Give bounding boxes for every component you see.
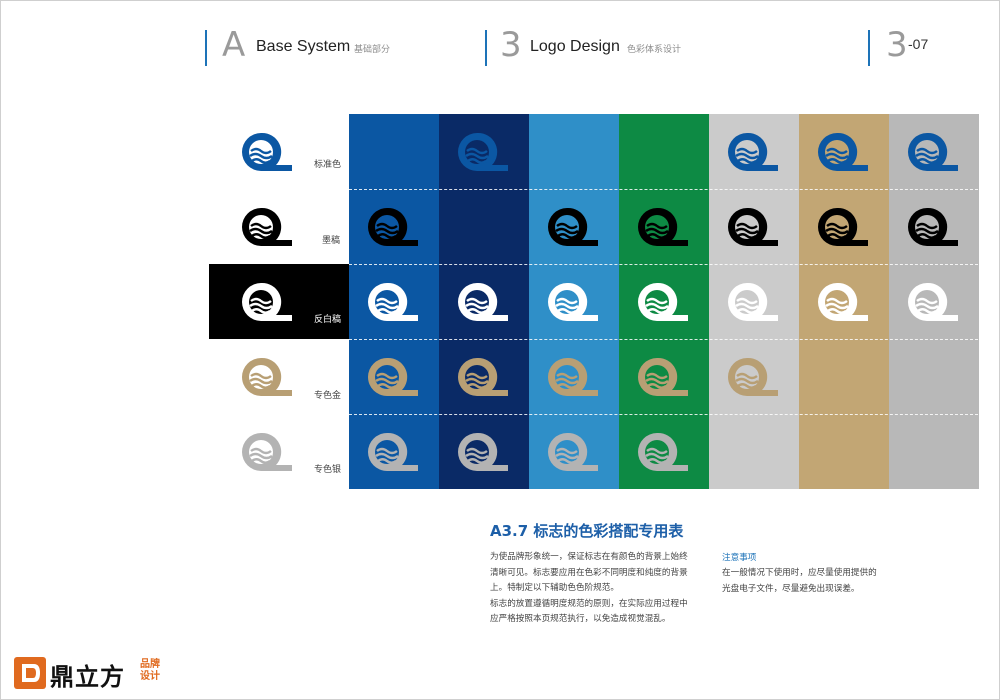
brand-mark-icon (636, 281, 690, 323)
side-brand-mark-icon (240, 131, 294, 173)
side-brand-mark-icon (240, 356, 294, 398)
brand-mark-icon (636, 356, 690, 398)
note-line: 光盘电子文件，尽量避免出现误差。 (722, 583, 860, 594)
side-brand-mark-icon (240, 281, 294, 323)
brand-mark-icon (366, 431, 420, 473)
row-label-silver: 专色银 (314, 465, 342, 475)
side-brand-mark-icon (240, 431, 294, 473)
body-line: 标志的放置遵循明度规范的原则，在实际应用过程中 (490, 598, 688, 609)
brand-logo-icon (14, 657, 46, 689)
row-divider (349, 339, 978, 340)
brand-mark-icon (546, 206, 600, 248)
note-text: 在一般情况下使用时，应尽量使用提供的 光盘电子文件，尽量避免出现误差。 (722, 566, 902, 597)
body-line: 应严格按照本页规范执行，以免造成视觉混乱。 (490, 614, 671, 624)
brand-mark-icon (816, 206, 870, 248)
brand-mark-icon (726, 131, 780, 173)
brand-mark-icon (636, 431, 690, 473)
row-label-gold: 专色金 (314, 391, 342, 401)
body-line: 为使品牌形象统一，保证标志在有颜色的背景上始终 (490, 552, 688, 562)
chapter-number: 3 (500, 25, 522, 65)
body-line: 上。特制定以下辅助色色阶规范。 (490, 583, 619, 593)
header-divider (205, 30, 207, 66)
side-brand-mark-icon (240, 206, 294, 248)
section-title: Base System (256, 38, 351, 55)
section-subtitle: 基础部分 (354, 45, 391, 55)
brand-mark-icon (456, 356, 510, 398)
row-divider (349, 189, 978, 190)
brand-mark-icon (726, 281, 780, 323)
note-title: 注意事项 (722, 553, 757, 563)
brand-mark-icon (726, 356, 780, 398)
brand-mark-icon (546, 431, 600, 473)
row-label-ink: 墨稿 (322, 236, 341, 246)
page-suffix: -07 (908, 36, 929, 52)
section-letter: A (222, 25, 246, 65)
chapter-subtitle: 色彩体系设计 (627, 45, 682, 55)
brand-tag-line: 设计 (140, 671, 160, 682)
body-line: 清晰可见。标志要应用在色彩不同明度和纯度的背景 (490, 567, 688, 578)
brand-mark-icon (546, 281, 600, 323)
brand-mark-icon (816, 281, 870, 323)
brand-mark-icon (636, 206, 690, 248)
body-text: 为使品牌形象统一，保证标志在有颜色的背景上始终 清晰可见。标志要应用在色彩不同明… (490, 550, 710, 628)
section-heading: A3.7 标志的色彩搭配专用表 (490, 522, 684, 540)
note-line: 在一般情况下使用时，应尽量使用提供的 (722, 568, 877, 578)
brand-mark-icon (546, 356, 600, 398)
header-divider (485, 30, 487, 66)
row-divider (349, 264, 978, 265)
brand-mark-icon (366, 206, 420, 248)
brand-mark-icon (366, 281, 420, 323)
brand-mark-icon (726, 206, 780, 248)
brand-mark-icon (456, 131, 510, 173)
brand-mark-icon (456, 431, 510, 473)
brand-mark-icon (906, 131, 960, 173)
brand-mark-icon (906, 281, 960, 323)
brand-mark-icon (906, 206, 960, 248)
row-label-reverse: 反白稿 (314, 315, 342, 325)
brand-mark-icon (366, 356, 420, 398)
chapter-title: Logo Design (530, 38, 620, 55)
row-divider (349, 414, 978, 415)
page-number: 3 (886, 25, 908, 65)
brand-mark-icon (456, 281, 510, 323)
brand-name: 鼎立方 (50, 663, 125, 691)
brand-mark-icon (816, 131, 870, 173)
brand-tag-line: 品牌 (140, 659, 160, 670)
header-divider (868, 30, 870, 66)
row-label-standard: 标准色 (314, 160, 342, 170)
brand-tagline: 品牌 设计 (140, 659, 166, 683)
